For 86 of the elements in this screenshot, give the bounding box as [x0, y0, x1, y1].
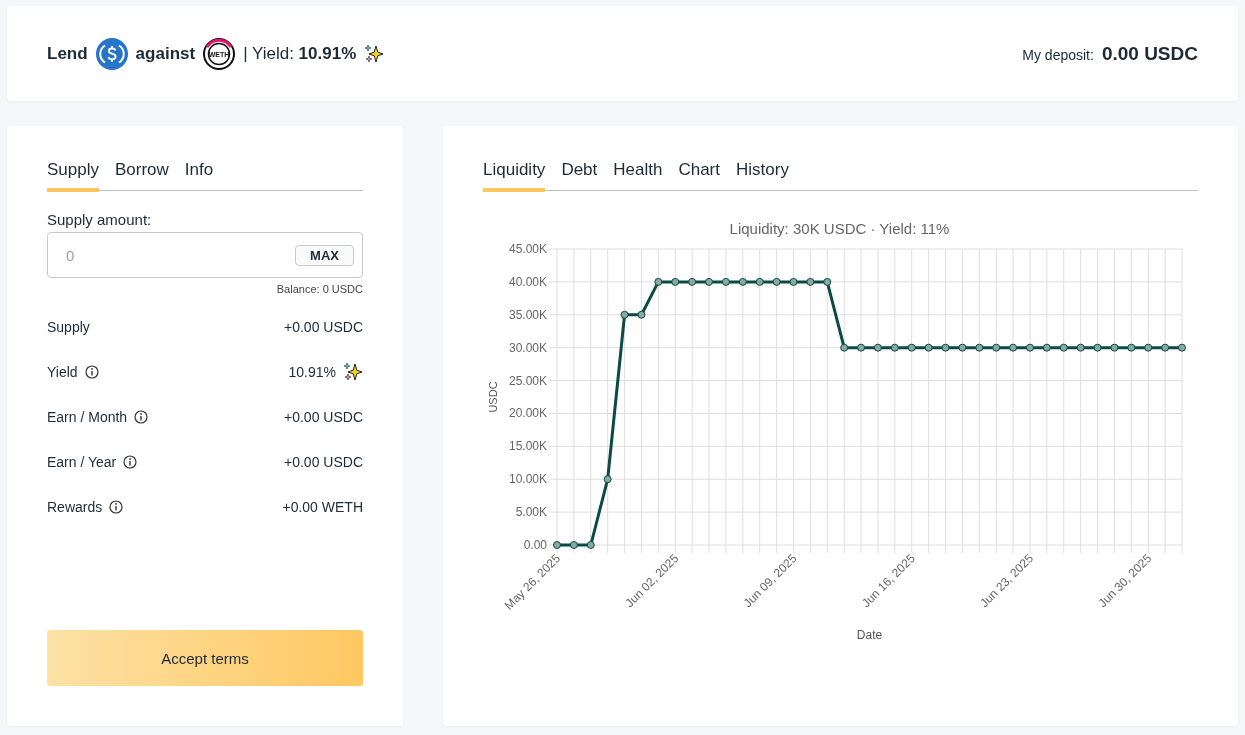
- data-point: [1110, 343, 1119, 352]
- data-point: [840, 343, 849, 352]
- data-point: [553, 541, 561, 549]
- y-tick-label: 30.00K: [508, 340, 547, 355]
- data-point: [1076, 343, 1085, 352]
- y-tick-label: 25.00K: [508, 373, 547, 388]
- y-tick-label: 20.00K: [508, 406, 547, 421]
- y-axis-title: USDC: [487, 381, 499, 413]
- data-point: [603, 475, 612, 484]
- data-point: [975, 343, 984, 352]
- data-point: [1144, 343, 1153, 352]
- tab[interactable]: Health: [613, 160, 663, 192]
- row-value: +0.00 USDC: [284, 319, 363, 335]
- data-point: [772, 277, 781, 286]
- row-label: Supply: [47, 319, 90, 335]
- y-tick-label: 5.00K: [515, 505, 547, 520]
- yield-summary: | Yield: 10.91%: [243, 43, 357, 64]
- tab[interactable]: Debt: [561, 160, 598, 192]
- data-point: [755, 277, 764, 286]
- accept-terms-button[interactable]: Accept terms: [47, 630, 363, 686]
- data-point: [806, 277, 815, 286]
- sparkle-icon: [364, 43, 385, 64]
- deposit-label: My deposit:: [1022, 46, 1094, 63]
- data-point: [637, 310, 646, 319]
- against-label: against: [135, 43, 196, 64]
- y-tick-label: 0.00: [523, 538, 547, 552]
- data-point: [586, 541, 595, 549]
- tab[interactable]: Liquidity: [483, 160, 546, 192]
- coin-dollar-icon: [95, 37, 128, 70]
- row-value: 10.91%: [288, 364, 336, 380]
- row-value: +0.00 USDC: [284, 409, 363, 425]
- y-tick-label: 10.00K: [508, 472, 547, 487]
- max-button[interactable]: MAX: [295, 244, 354, 266]
- y-tick-label: 15.00K: [508, 439, 547, 454]
- data-point: [1093, 343, 1102, 352]
- field-label: Supply amount:: [47, 211, 153, 228]
- data-point: [721, 277, 730, 286]
- data-point: [1127, 343, 1136, 352]
- data-point: [941, 343, 950, 352]
- data-point: [671, 277, 680, 286]
- info-icon[interactable]: [109, 500, 124, 514]
- row-label: Earn / Year: [47, 454, 117, 470]
- data-point: [789, 277, 798, 286]
- data-point: [924, 343, 933, 352]
- lend-label: Lend: [47, 43, 88, 64]
- data-point: [688, 277, 697, 286]
- data-point: [823, 277, 832, 286]
- data-point: [907, 343, 916, 352]
- info-icon[interactable]: [84, 365, 99, 379]
- y-tick-label: 40.00K: [508, 274, 547, 289]
- row-label: Rewards: [47, 499, 103, 515]
- tab[interactable]: Supply: [47, 160, 99, 192]
- y-tick-label: 35.00K: [508, 307, 547, 322]
- tab[interactable]: Chart: [678, 160, 720, 192]
- data-point: [890, 343, 899, 352]
- data-point: [569, 541, 578, 549]
- data-point: [1009, 343, 1018, 352]
- row-label: Earn / Month: [47, 409, 128, 425]
- data-point: [705, 277, 714, 286]
- data-point: [857, 343, 866, 352]
- x-axis-title: Date: [856, 628, 883, 642]
- data-point: [1161, 343, 1170, 352]
- data-point: [1059, 343, 1068, 352]
- row-value: +0.00 USDC: [284, 454, 363, 470]
- info-icon[interactable]: [123, 455, 138, 469]
- balance-text: Balance: 0 USDC: [275, 283, 363, 295]
- data-point: [992, 343, 1001, 352]
- data-point: [620, 310, 629, 319]
- data-point: [873, 343, 882, 352]
- info-icon[interactable]: [134, 410, 149, 424]
- row-value: +0.00 WETH: [282, 499, 363, 515]
- tab[interactable]: Info: [184, 160, 214, 192]
- amount-field[interactable]: 0 MAX: [47, 232, 363, 278]
- deposit-value: 0.00 USDC: [1101, 42, 1198, 65]
- tab[interactable]: Borrow: [115, 160, 169, 192]
- data-point: [1178, 343, 1186, 352]
- row-label: Yield: [47, 364, 78, 380]
- tab[interactable]: History: [736, 160, 789, 192]
- data-point: [738, 277, 747, 286]
- y-tick-label: 45.00K: [508, 242, 547, 256]
- sparkle-icon: [343, 362, 363, 382]
- data-point: [1042, 343, 1051, 352]
- data-point: [1025, 343, 1034, 352]
- chart-title: Liquidity: 30K USDC · Yield: 11%: [729, 220, 950, 237]
- data-point: [958, 343, 967, 352]
- data-point: [654, 277, 663, 286]
